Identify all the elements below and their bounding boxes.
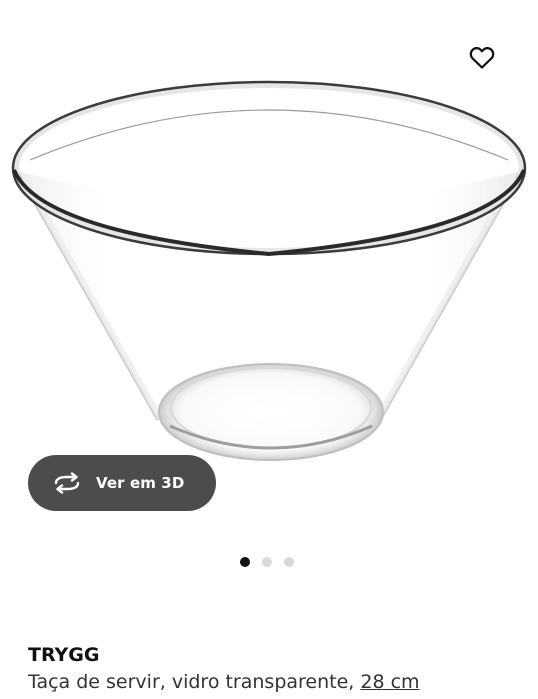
view-3d-label: Ver em 3D bbox=[96, 474, 185, 492]
product-image[interactable] bbox=[0, 0, 538, 470]
carousel-dot-2[interactable] bbox=[262, 557, 272, 567]
favorite-button[interactable] bbox=[462, 40, 502, 76]
rotate-3d-icon bbox=[52, 472, 82, 494]
product-description: Taça de servir, vidro transparente, 28 c… bbox=[28, 668, 420, 696]
heart-icon bbox=[469, 47, 495, 69]
carousel-dot-1[interactable] bbox=[240, 557, 250, 567]
product-description-text: Taça de servir, vidro transparente, bbox=[28, 671, 361, 693]
product-name: TRYGG bbox=[28, 644, 100, 666]
size-link[interactable]: 28 cm bbox=[360, 671, 419, 693]
carousel-dot-3[interactable] bbox=[284, 557, 294, 567]
carousel-dots bbox=[240, 556, 294, 568]
view-3d-button[interactable]: Ver em 3D bbox=[28, 455, 216, 511]
